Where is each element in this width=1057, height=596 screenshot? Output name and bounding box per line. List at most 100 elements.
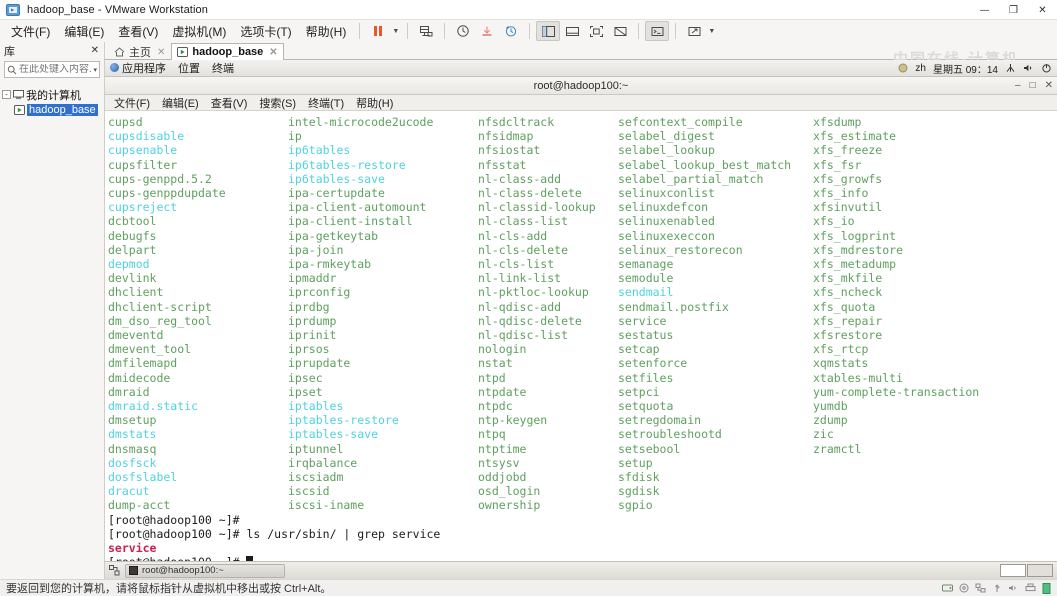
ls-entry: nl-cls-delete	[478, 242, 569, 257]
library-close-icon[interactable]: ✕	[91, 45, 99, 56]
menu-vm[interactable]: 虚拟机(M)	[165, 21, 233, 42]
minimize-button[interactable]: —	[970, 0, 999, 20]
ls-entry: depmod	[108, 257, 150, 272]
close-button[interactable]: ✕	[1028, 0, 1057, 20]
sound-card-icon[interactable]	[1008, 583, 1019, 593]
display-icon[interactable]	[1042, 582, 1051, 594]
ls-entry: dmstats	[108, 427, 157, 442]
snapshot-manager-icon[interactable]	[414, 21, 438, 41]
network-adapter-icon[interactable]	[975, 583, 986, 593]
show-thumbnail-icon[interactable]	[560, 21, 584, 41]
workspace-1[interactable]	[1000, 564, 1026, 577]
term-menu-search[interactable]: 搜索(S)	[259, 95, 296, 111]
ls-entry: nl-cls-list	[478, 257, 555, 272]
workstation-body: 库 ✕ ▾ -	[0, 42, 1057, 579]
gnome-applications-menu[interactable]: 应用程序	[110, 60, 166, 76]
network-icon[interactable]	[1005, 63, 1016, 73]
gnome-panel-right: zh 星期五 09：14	[898, 61, 1052, 76]
term-menu-help[interactable]: 帮助(H)	[356, 95, 393, 111]
ls-entry: iprconfig	[288, 285, 351, 300]
ls-entry: xfs_repair	[813, 313, 883, 328]
ls-entry: ip6tables-save	[288, 171, 385, 186]
ls-entry: ntpdc	[478, 399, 513, 414]
workspace-2[interactable]	[1027, 564, 1053, 577]
tree-item-my-computer[interactable]: - 我的计算机	[2, 87, 104, 102]
ls-entry: dump-acct	[108, 498, 171, 513]
term-menu-terminal[interactable]: 终端(T)	[308, 95, 344, 111]
vmware-icon	[6, 3, 20, 16]
take-snapshot-icon[interactable]	[451, 21, 475, 41]
show-desktop-icon[interactable]	[109, 565, 120, 576]
menu-file[interactable]: 文件(F)	[4, 21, 57, 42]
term-menu-edit[interactable]: 编辑(E)	[162, 95, 199, 111]
gnome-clock[interactable]: 星期五 09：14	[933, 61, 998, 76]
menu-tabs[interactable]: 选项卡(T)	[233, 21, 298, 42]
maximize-button[interactable]: ❐	[999, 0, 1028, 20]
stretch-icon[interactable]	[682, 21, 706, 41]
search-dropdown-caret-icon[interactable]: ▾	[93, 66, 97, 74]
hard-disk-icon[interactable]	[942, 583, 953, 593]
library-title: 库	[4, 45, 15, 58]
ls-entry: yum-complete-transaction	[813, 384, 980, 399]
power-icon[interactable]	[1041, 63, 1052, 73]
ls-entry: xfs_io	[813, 214, 855, 229]
term-menu-file[interactable]: 文件(F)	[114, 95, 150, 111]
terminal-icon	[129, 566, 138, 575]
usb-icon[interactable]	[992, 583, 1002, 593]
ls-entry: xfs_ncheck	[813, 285, 883, 300]
taskbar-window-terminal[interactable]: root@hadoop100:~	[125, 563, 285, 578]
toolbar-separator-1	[359, 23, 361, 39]
ls-entry: devlink	[108, 271, 157, 286]
shell-prompt: [root@hadoop100 ~]#	[108, 526, 247, 541]
console-icon[interactable]	[645, 21, 670, 41]
ls-entry: nl-classid-lookup	[478, 200, 596, 215]
tab-close-icon[interactable]: ✕	[157, 47, 165, 58]
guest-screen[interactable]: 应用程序 位置 终端 zh 星期五 09：14 root@hadoop100:~…	[105, 60, 1057, 579]
gnome-current-app[interactable]: 终端	[212, 60, 234, 76]
ls-entry: dosfsck	[108, 455, 157, 470]
gnome-places-menu[interactable]: 位置	[178, 60, 200, 76]
menu-view[interactable]: 查看(V)	[111, 21, 165, 42]
terminal-output[interactable]: cupsd cupsdisable cupsenable cupsfilter cups…	[105, 111, 1057, 561]
ls-entry: xfs_metadump	[813, 257, 897, 272]
printer-icon[interactable]	[1025, 583, 1036, 593]
menu-edit[interactable]: 编辑(E)	[57, 21, 111, 42]
workspace-switcher[interactable]	[1000, 564, 1053, 577]
search-input[interactable]	[19, 64, 92, 75]
tab-hadoop-base[interactable]: hadoop_base ✕	[171, 43, 284, 60]
tree-expander-icon[interactable]: -	[2, 90, 11, 99]
ls-entry: xfs_freeze	[813, 143, 883, 158]
gnome-panel-left: 应用程序 位置 终端	[110, 60, 234, 76]
input-method-indicator[interactable]: zh	[915, 63, 926, 74]
fullscreen-icon[interactable]	[584, 21, 608, 41]
stretch-caret-icon[interactable]: ▼	[706, 21, 717, 41]
library-search[interactable]: ▾	[4, 61, 100, 78]
terminal-line-command: [root@hadoop100 ~]# ls /usr/sbin/ | grep…	[108, 527, 1057, 541]
volume-icon[interactable]	[1023, 63, 1034, 73]
ls-entry: nfsiostat	[478, 143, 541, 158]
show-library-icon[interactable]	[536, 21, 561, 41]
circle-indicator-icon[interactable]	[898, 63, 908, 73]
suspend-icon[interactable]	[366, 21, 390, 41]
ls-entry: setfiles	[618, 370, 674, 385]
tab-home[interactable]: 主页 ✕	[108, 43, 171, 60]
cd-dvd-icon[interactable]	[959, 583, 969, 593]
dropdown-caret-icon[interactable]: ▼	[390, 21, 401, 41]
terminal-maximize-button[interactable]: □	[1030, 80, 1036, 91]
ls-entry: selinuxconlist	[618, 186, 715, 201]
manage-snapshot-icon[interactable]	[499, 21, 523, 41]
ls-entry: semanage	[618, 257, 674, 272]
term-menu-view[interactable]: 查看(V)	[211, 95, 248, 111]
gnome-taskbar: root@hadoop100:~	[105, 561, 1057, 579]
tab-close-icon[interactable]: ✕	[269, 47, 277, 58]
ls-entry: ipset	[288, 384, 323, 399]
ls-entry: ipmaddr	[288, 271, 337, 286]
shell-prompt: [root@hadoop100 ~]#	[108, 512, 247, 527]
terminal-minimize-button[interactable]: –	[1015, 80, 1021, 91]
tree-item-hadoop-base[interactable]: hadoop_base	[2, 102, 104, 117]
unity-icon[interactable]	[608, 21, 632, 41]
menu-help[interactable]: 帮助(H)	[299, 21, 354, 42]
revert-snapshot-icon[interactable]	[475, 21, 499, 41]
terminal-close-button[interactable]: ✕	[1045, 80, 1053, 91]
ls-entry: sgdisk	[618, 484, 660, 499]
